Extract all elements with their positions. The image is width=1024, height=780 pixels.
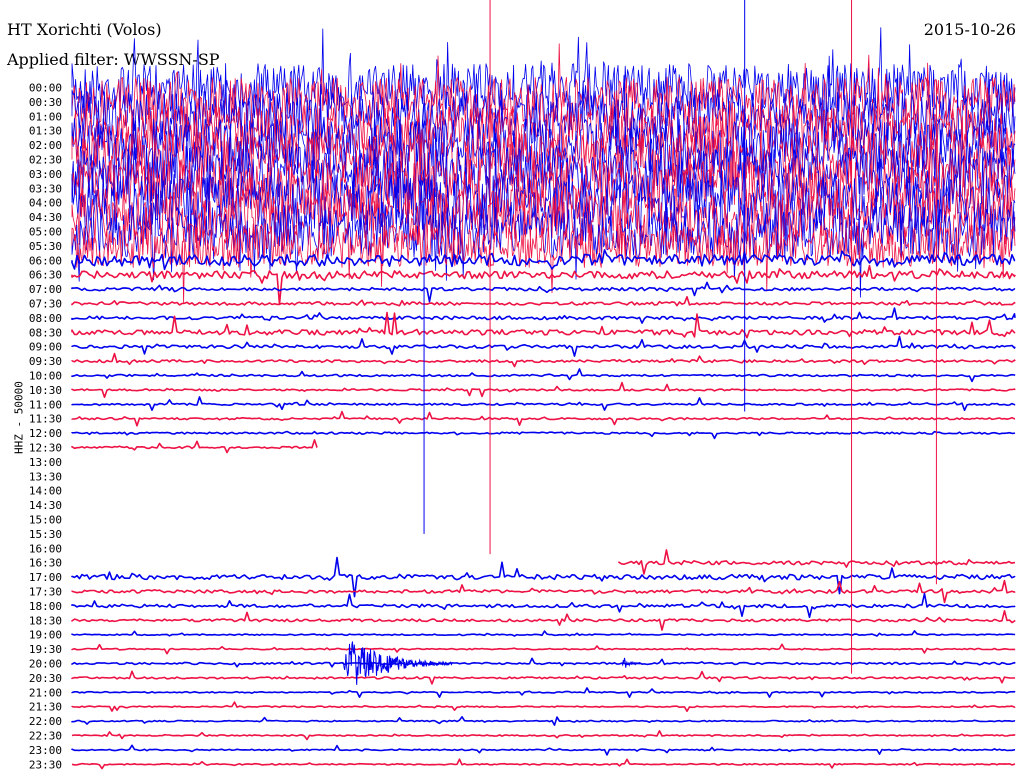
row-label-0700: 07:00 — [29, 283, 62, 296]
row-label-1730: 17:30 — [29, 586, 62, 599]
row-label-0300: 03:00 — [29, 168, 62, 181]
trace-row-2130 — [71, 701, 1016, 712]
trace-row-1730 — [71, 579, 1016, 604]
row-label-2030: 20:30 — [29, 672, 62, 685]
row-label-0800: 08:00 — [29, 312, 62, 325]
row-label-1530: 15:30 — [29, 528, 62, 541]
trace-row-2230 — [71, 730, 1016, 741]
row-label-0430: 04:30 — [29, 211, 62, 224]
row-label-0400: 04:00 — [29, 197, 62, 210]
row-label-1030: 10:30 — [29, 384, 62, 397]
row-label-1300: 13:00 — [29, 456, 62, 469]
trace-row-0630 — [71, 264, 1016, 306]
trace-row-2200 — [71, 716, 1016, 726]
trace-row-1030 — [71, 381, 1016, 399]
row-label-1600: 16:00 — [29, 542, 62, 555]
row-label-0930: 09:30 — [29, 355, 62, 368]
row-label-1500: 15:00 — [29, 514, 62, 527]
row-label-0530: 05:30 — [29, 240, 62, 253]
row-label-1230: 12:30 — [29, 442, 62, 455]
row-label-2200: 22:00 — [29, 715, 62, 728]
quake-event-1 — [621, 657, 641, 668]
row-label-1200: 12:00 — [29, 427, 62, 440]
row-label-1700: 17:00 — [29, 571, 62, 584]
row-label-0500: 05:00 — [29, 226, 62, 239]
trace-row-2000 — [71, 657, 1016, 668]
trace-row-0730 — [71, 296, 1016, 307]
trace-row-0930 — [71, 352, 1016, 368]
seismogram-plot: 00:0000:3001:00 01:3002:00 02:3003:0003:30… — [29, 0, 1016, 771]
trace-row-1830 — [71, 610, 1016, 631]
trace-row-1230 — [71, 439, 318, 454]
row-label-1800: 18:00 — [29, 600, 62, 613]
row-label-1400: 14:00 — [29, 485, 62, 498]
trace-row-1200 — [71, 430, 1016, 440]
row-label-0830: 08:30 — [29, 326, 62, 339]
trace-row-2330 — [71, 758, 1016, 770]
row-label-0330: 03:30 — [29, 182, 62, 195]
row-label-0030: 00:30 — [29, 96, 62, 109]
trace-row-1900 — [71, 630, 1016, 637]
row-label-2130: 21:30 — [29, 701, 62, 714]
row-label-1100: 11:00 — [29, 398, 62, 411]
trace-row-1130 — [71, 410, 1016, 427]
trace-row-0830 — [71, 311, 1016, 339]
row-label-1330: 13:30 — [29, 470, 62, 483]
row-label-1430: 14:30 — [29, 499, 62, 512]
row-label-0630: 06:30 — [29, 269, 62, 282]
row-label-1930: 19:30 — [29, 643, 62, 656]
trace-row-0800 — [71, 307, 1016, 324]
row-label-1630: 16:30 — [29, 557, 62, 570]
row-label-2230: 22:30 — [29, 730, 62, 743]
trace-row-2100 — [71, 687, 1016, 698]
trace-row-1000 — [71, 368, 1016, 383]
row-label-1830: 18:30 — [29, 614, 62, 627]
row-label-0000: 00:00 — [29, 82, 62, 95]
row-label-0730: 07:30 — [29, 298, 62, 311]
trace-row-1100 — [71, 396, 1016, 412]
trace-row-0700 — [71, 281, 1016, 303]
row-label-1130: 11:30 — [29, 413, 62, 426]
row-label-2300: 23:00 — [29, 744, 62, 757]
trace-row-1930 — [71, 643, 1016, 655]
row-label-1000: 10:00 — [29, 370, 62, 383]
row-label-0600: 06:00 — [29, 254, 62, 267]
row-label-0230: 02:30 — [29, 154, 62, 167]
row-label-0100: 01:00 — [29, 110, 62, 123]
row-label-0200: 02:00 — [29, 139, 62, 152]
trace-group — [71, 27, 1016, 770]
row-label-0900: 09:00 — [29, 341, 62, 354]
row-label-2100: 21:00 — [29, 686, 62, 699]
trace-row-2300 — [71, 744, 1016, 756]
row-label-1900: 19:00 — [29, 629, 62, 642]
trace-row-1800 — [71, 592, 1016, 619]
trace-row-1630 — [618, 549, 1015, 575]
row-label-2330: 23:30 — [29, 758, 62, 771]
trace-row-0900 — [71, 335, 1016, 357]
row-label-2000: 20:00 — [29, 658, 62, 671]
row-label-0130: 01:30 — [29, 125, 62, 138]
trace-row-2030 — [71, 670, 1016, 685]
